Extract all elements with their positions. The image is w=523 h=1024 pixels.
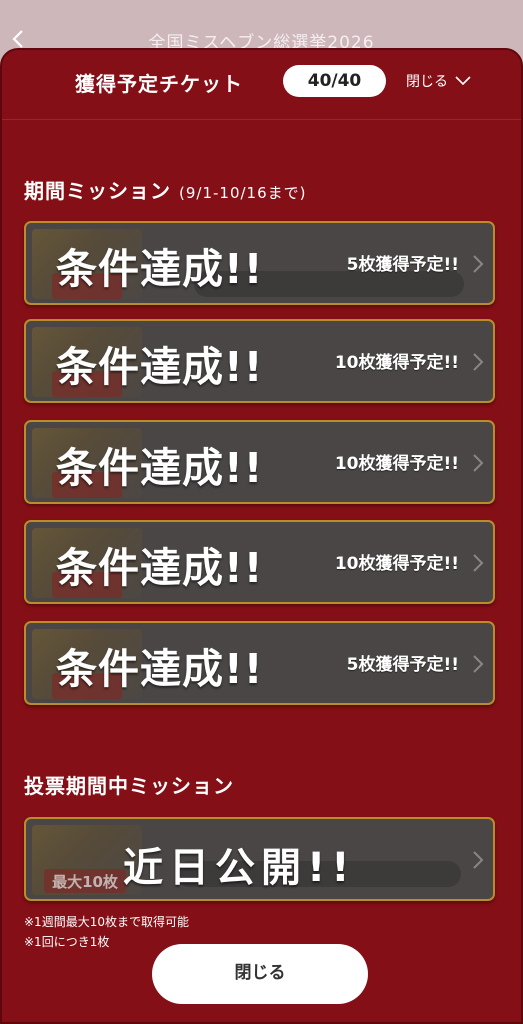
mission-reward: 5枚獲得予定!! [346,255,459,275]
mission-card[interactable]: 条件達成!! 5枚獲得予定!! [24,221,495,305]
chevron-right-icon [473,454,484,472]
max-ticket-badge: 最大10枚 [44,869,126,893]
mission-card[interactable]: 条件達成!! 10枚獲得予定!! [24,319,495,403]
voting-mission-heading: 投票期間中ミッション [24,770,234,799]
chevron-right-icon [473,655,484,673]
mission-card[interactable]: 条件達成!! 10枚獲得予定!! [24,420,495,504]
mission-status: 条件達成!! [56,343,264,391]
mission-reward: 10枚獲得予定!! [334,454,459,474]
note-weekly-limit: ※1週間最大10枚まで取得可能 [24,915,189,929]
close-toggle-label: 閉じる [406,74,448,90]
mission-reward: 10枚獲得予定!! [334,353,459,373]
mission-status: 条件達成!! [56,645,264,693]
note-per-time: ※1回につき1枚 [24,935,110,949]
chevron-right-icon [473,255,484,273]
sheet-header: 獲得予定チケット 40/40 閉じる [2,50,521,120]
mission-status: 条件達成!! [56,444,264,492]
ticket-count-badge: 40/40 [283,65,386,97]
period-mission-title: 期間ミッション [24,179,171,203]
mission-card[interactable]: 条件達成!! 10枚獲得予定!! [24,520,495,604]
mission-reward: 5枚獲得予定!! [346,655,459,675]
chevron-down-icon [455,76,471,86]
voting-mission-title: 投票期間中ミッション [24,774,234,798]
mission-status: 近日公開!! [123,845,356,891]
mission-reward: 10枚獲得予定!! [334,554,459,574]
sheet-title: 獲得予定チケット [75,72,243,96]
mission-status: 条件達成!! [56,245,264,293]
chevron-right-icon [473,851,484,869]
chevron-right-icon [473,554,484,572]
close-button[interactable]: 閉じる [152,944,368,1004]
mission-card[interactable]: 条件達成!! 5枚獲得予定!! [24,621,495,705]
chevron-right-icon [473,353,484,371]
close-toggle-button[interactable]: 閉じる [406,67,472,95]
period-mission-dates: (9/1-10/16まで) [179,184,307,202]
period-mission-heading: 期間ミッション (9/1-10/16まで) [24,175,307,204]
mission-card-coming-soon[interactable]: 最大10枚 近日公開!! [24,817,495,901]
mission-status: 条件達成!! [56,544,264,592]
